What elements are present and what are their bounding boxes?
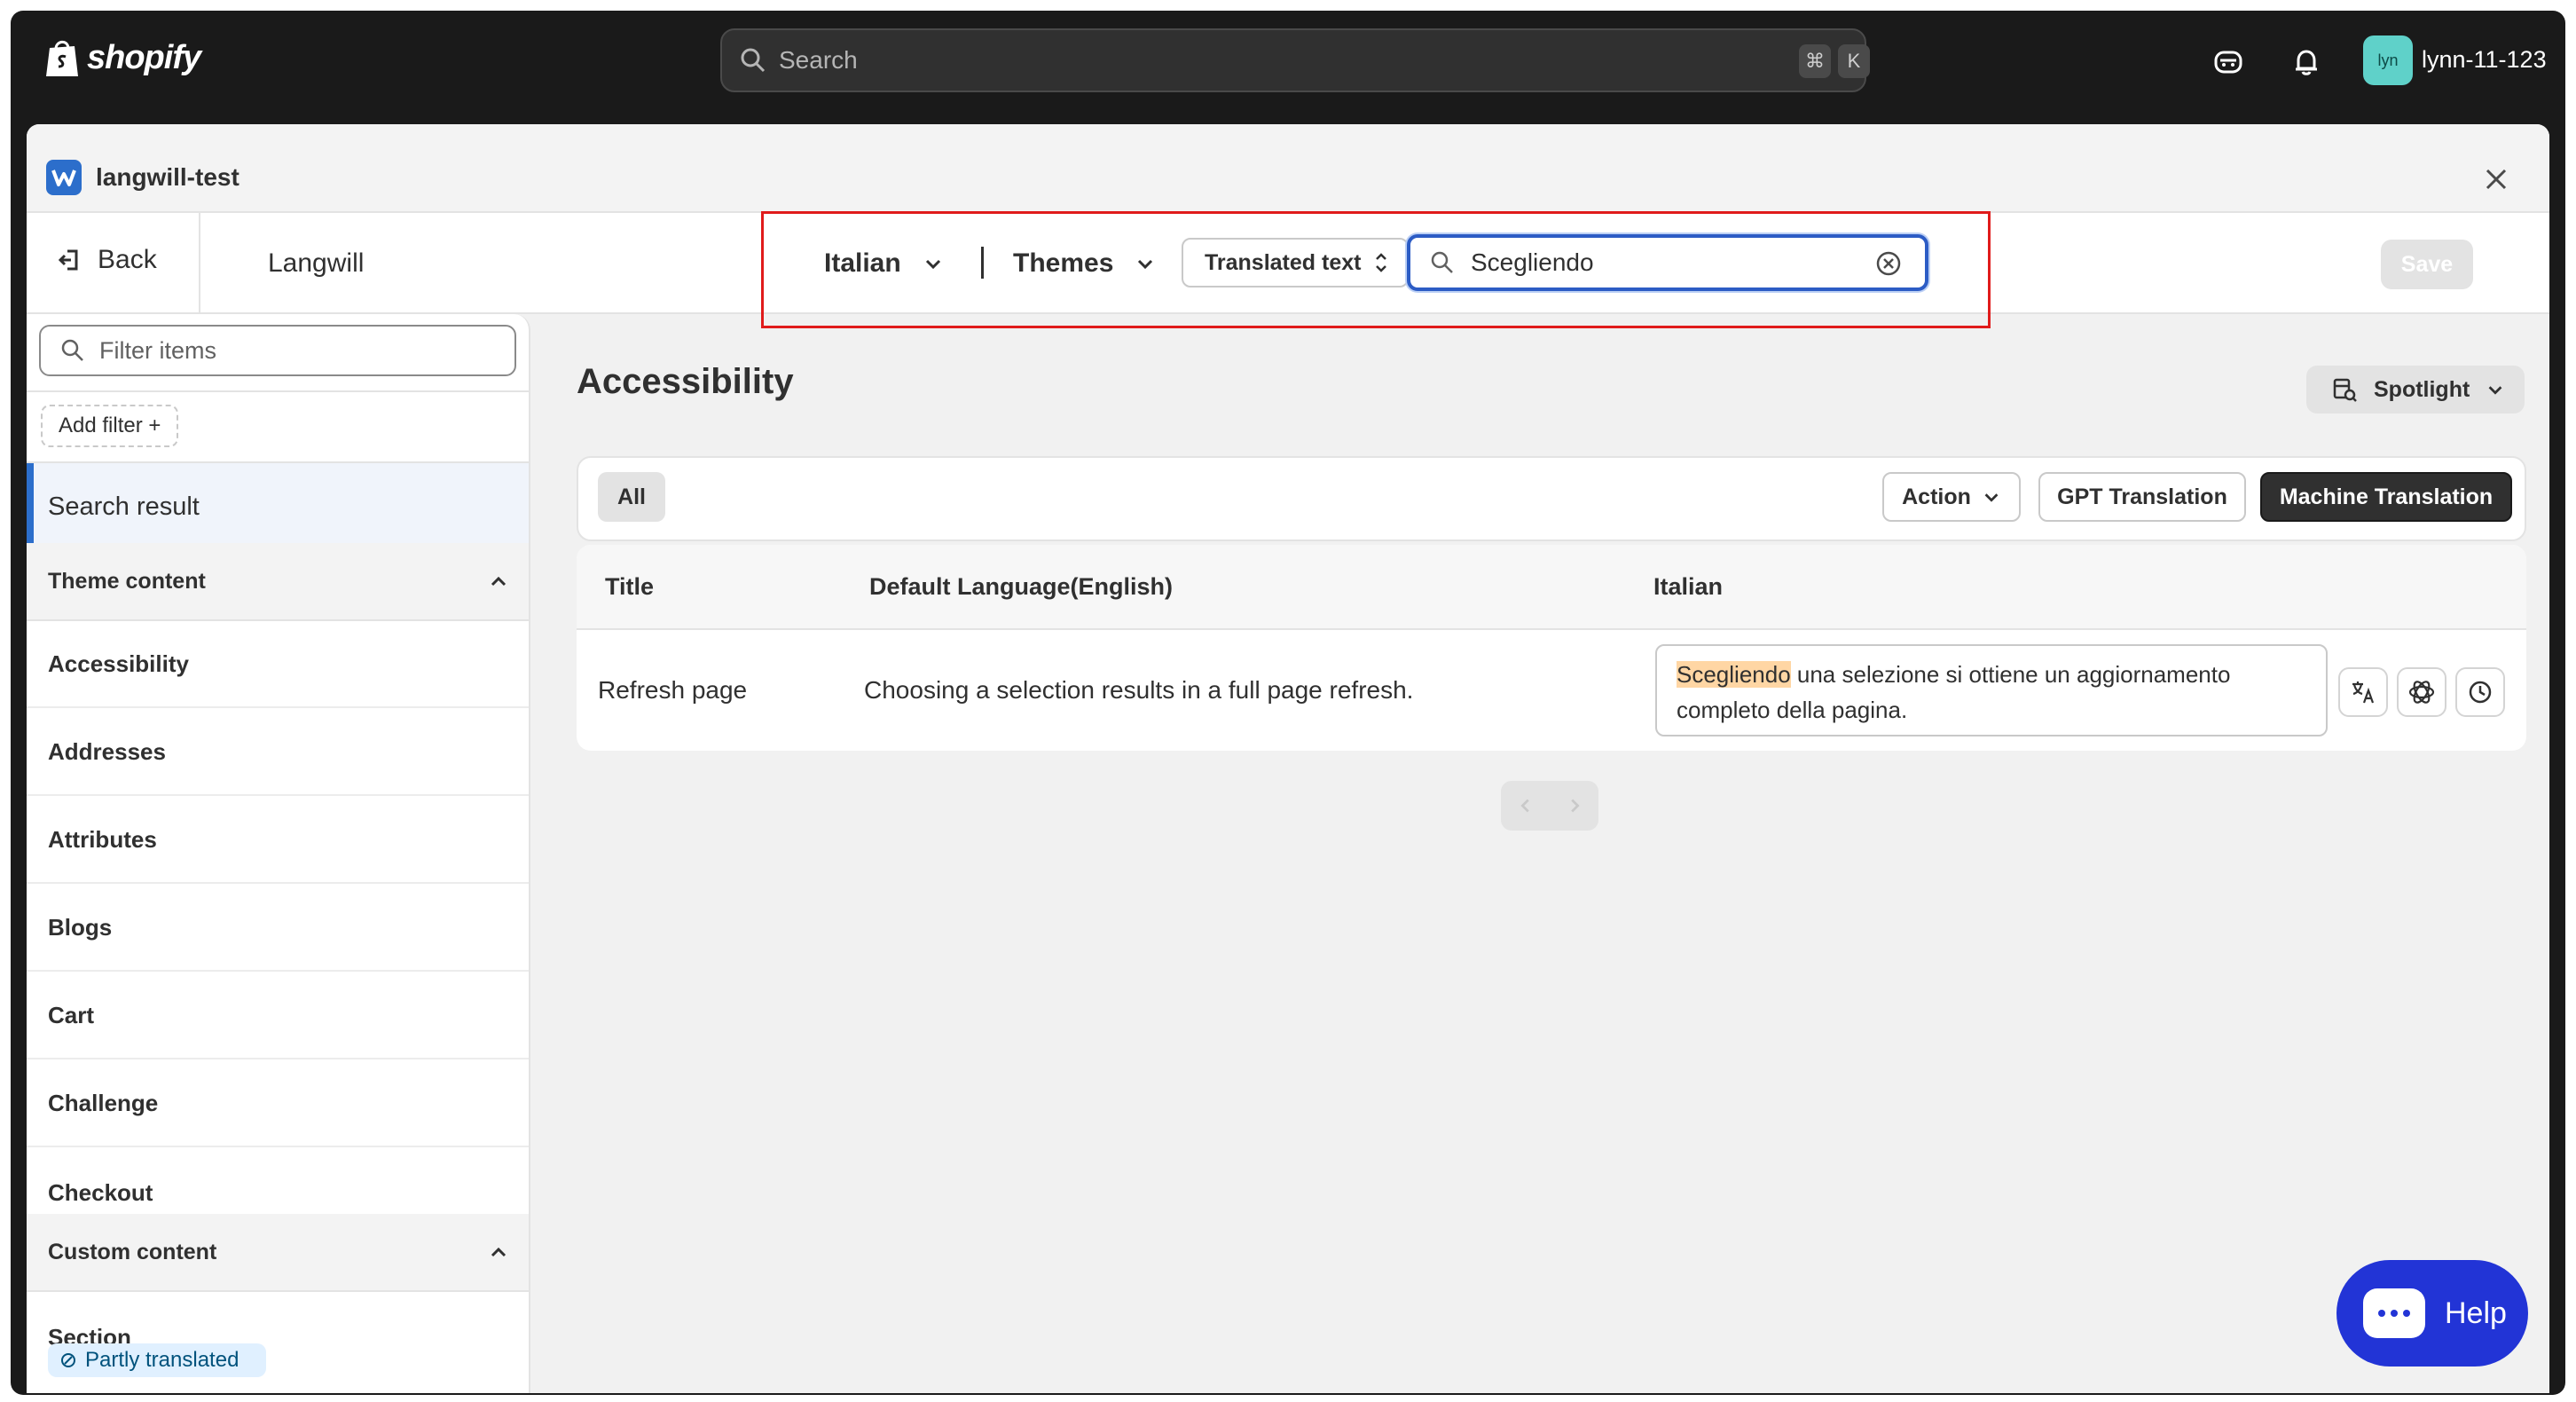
chevron-left-icon[interactable] <box>1516 796 1535 815</box>
search-mode-value: Translated text <box>1205 249 1362 275</box>
filter-card: All Action GPT Translation Machine Trans… <box>577 456 2526 541</box>
search-icon <box>1431 251 1453 273</box>
logo-text: shopify <box>87 38 201 76</box>
app-frame: shopify Search ⌘ K lyn lynn-11-123 langw… <box>11 11 2565 1395</box>
search-icon <box>61 339 83 361</box>
search-icon <box>741 48 766 73</box>
filter-all-tab[interactable]: All <box>598 472 665 522</box>
toolbar-divider <box>199 213 200 314</box>
partial-status-icon <box>61 1353 75 1367</box>
machine-translation-button[interactable]: Machine Translation <box>2260 472 2512 522</box>
close-icon[interactable] <box>2478 161 2514 197</box>
app-name: Langwill <box>268 248 365 278</box>
search-mode-select[interactable]: Translated text <box>1182 238 1409 287</box>
group-label: Theme content <box>48 568 206 594</box>
sidebar-item-blogs[interactable]: Blogs <box>27 885 529 972</box>
shopify-bag-icon <box>46 40 78 76</box>
global-search-placeholder: Search <box>779 46 858 74</box>
filter-items-input[interactable]: Filter items <box>39 325 516 376</box>
shopify-logo[interactable]: shopify <box>44 37 201 78</box>
divider <box>27 390 529 392</box>
help-label: Help <box>2445 1296 2507 1330</box>
save-button[interactable]: Save <box>2381 240 2473 289</box>
username[interactable]: lynn-11-123 <box>2422 46 2547 74</box>
modal-header: langwill-test <box>27 124 2549 213</box>
column-italian: Italian <box>1653 573 1724 600</box>
spotlight-icon <box>2333 378 2357 402</box>
sidebar-item-cart[interactable]: Cart <box>27 973 529 1059</box>
translate-icon[interactable] <box>2338 667 2388 717</box>
add-filter-button[interactable]: Add filter + <box>41 405 179 447</box>
chevron-down-icon <box>925 259 940 270</box>
back-label: Back <box>98 245 157 274</box>
spotlight-button[interactable]: Spotlight <box>2306 366 2525 414</box>
sidekick-icon[interactable] <box>2209 43 2248 82</box>
column-title: Title <box>605 573 655 600</box>
row-default-text: Choosing a selection results in a full p… <box>864 676 1414 704</box>
action-button[interactable]: Action <box>1882 472 2021 522</box>
help-button[interactable]: Help <box>2336 1260 2528 1367</box>
sidebar-item-search-result[interactable]: Search result <box>27 463 529 550</box>
row-title: Refresh page <box>598 676 748 704</box>
chevron-down-icon <box>1138 259 1153 270</box>
app-icon <box>46 160 82 195</box>
search-value: Scegliendo <box>1471 248 1594 276</box>
resource-type-select[interactable]: Themes <box>1013 248 1156 279</box>
global-search-input[interactable]: Search ⌘ K <box>720 28 1870 92</box>
search-match-highlight: Scegliendo <box>1677 661 1791 688</box>
chevron-down-icon <box>2488 386 2502 395</box>
language-value: Italian <box>824 248 901 278</box>
back-button[interactable]: Back <box>57 245 157 275</box>
top-bar: shopify Search ⌘ K lyn lynn-11-123 <box>11 11 2565 115</box>
pagination <box>1501 781 1598 831</box>
chevron-right-icon[interactable] <box>1565 796 1584 815</box>
action-label: Action <box>1902 484 1971 509</box>
language-select[interactable]: Italian <box>824 248 944 279</box>
status-badge-label: Partly translated <box>85 1348 240 1372</box>
status-badge: Partly translated <box>48 1343 266 1377</box>
modal-title: langwill-test <box>96 163 240 191</box>
chevron-up-icon <box>491 1247 507 1257</box>
back-icon <box>58 249 78 271</box>
chevron-updown-icon <box>1376 253 1387 272</box>
sidebar-item-challenge[interactable]: Challenge <box>27 1060 529 1147</box>
sidebar: Filter items Add filter + Search result … <box>27 314 530 1393</box>
resource-type-value: Themes <box>1013 248 1114 278</box>
table-header: Title Default Language(English) Italian <box>577 545 2526 630</box>
page-title: Accessibility <box>577 362 794 401</box>
shortcut-k-key: K <box>1838 44 1870 78</box>
sidebar-item-checkout[interactable]: Checkout <box>27 1148 529 1214</box>
theme-content-group[interactable]: Theme content <box>27 543 529 621</box>
sidebar-item-accessibility[interactable]: Accessibility <box>27 621 529 708</box>
history-icon[interactable] <box>2455 667 2505 717</box>
bell-icon[interactable] <box>2287 43 2326 82</box>
column-default-language: Default Language(English) <box>869 573 1174 600</box>
chevron-down-icon <box>1984 493 1999 502</box>
avatar[interactable]: lyn <box>2363 35 2413 85</box>
sidebar-item-attributes[interactable]: Attributes <box>27 797 529 884</box>
custom-content-group[interactable]: Custom content <box>27 1214 529 1292</box>
translation-table: Title Default Language(English) Italian … <box>577 545 2526 751</box>
filter-placeholder: Filter items <box>99 336 217 364</box>
translation-toolbar: Back Langwill Italian Themes Translated … <box>27 211 2549 328</box>
chat-icon <box>2363 1288 2425 1338</box>
translation-search-input[interactable]: Scegliendo <box>1407 234 1928 291</box>
shortcut-cmd-key: ⌘ <box>1799 44 1831 78</box>
gpt-translation-button[interactable]: GPT Translation <box>2038 472 2246 522</box>
group-label: Custom content <box>48 1239 217 1264</box>
app-modal: langwill-test Back Langwill Italian Them… <box>27 124 2549 1393</box>
italian-translation-field[interactable]: Scegliendo una selezione si ottiene un a… <box>1655 644 2328 736</box>
sidebar-item-addresses[interactable]: Addresses <box>27 709 529 796</box>
spotlight-label: Spotlight <box>2374 376 2470 402</box>
chevron-up-icon <box>491 576 507 587</box>
select-separator <box>981 247 984 279</box>
openai-icon[interactable] <box>2397 667 2446 717</box>
clear-search-icon[interactable] <box>1875 250 1902 277</box>
